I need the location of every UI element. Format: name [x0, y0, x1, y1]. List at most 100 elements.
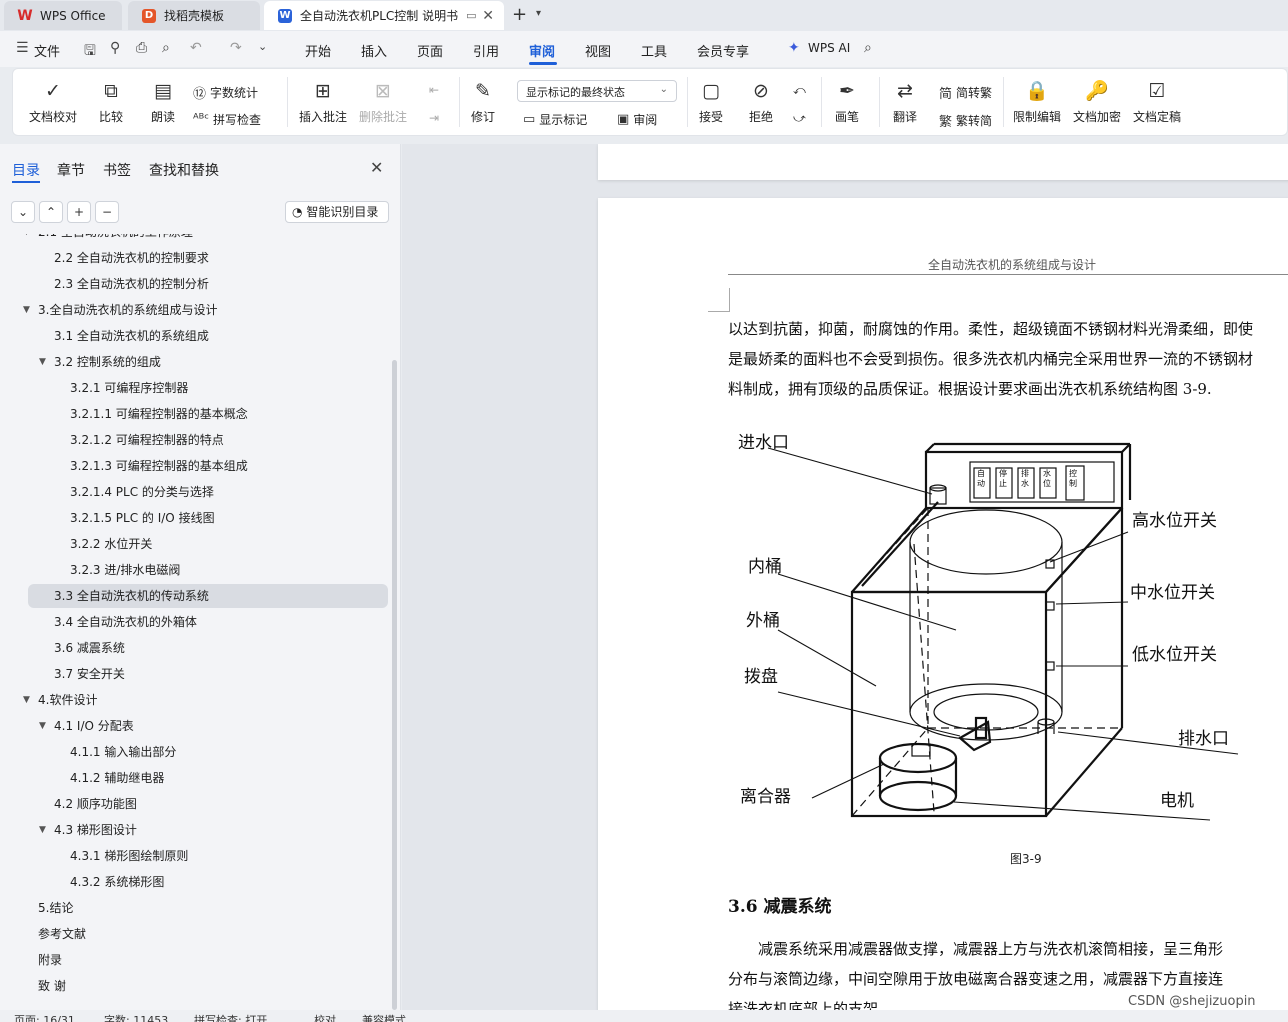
toc-item[interactable]: 4.3.1 梯形图绘制原则: [0, 844, 392, 868]
reject-button[interactable]: ⊘ 拒绝: [749, 79, 773, 125]
menu-view[interactable]: 视图: [585, 41, 611, 60]
expand-arrow-icon[interactable]: ▼: [39, 818, 46, 842]
close-icon[interactable]: ✕: [370, 158, 383, 177]
toc-item[interactable]: 2.2 全自动洗衣机的控制要求: [0, 246, 392, 270]
review-pane-button[interactable]: ▣ 审阅: [617, 111, 657, 128]
toc-item[interactable]: 5.结论: [0, 896, 392, 920]
nav-tab-toc[interactable]: 目录: [12, 160, 40, 180]
save-icon[interactable]: 🖫: [84, 40, 96, 64]
word-count-button[interactable]: ⑫ 字数统计: [193, 83, 258, 102]
nav-tab-find-replace[interactable]: 查找和替换: [149, 160, 219, 180]
redo-icon[interactable]: ↷: [230, 40, 242, 56]
print-preview-icon[interactable]: ⌕: [162, 40, 170, 56]
toc-item[interactable]: 3.2.3 进/排水电磁阀: [0, 558, 392, 582]
show-markup-button[interactable]: ▭ 显示标记: [523, 111, 587, 128]
menu-review[interactable]: 审阅: [529, 41, 555, 60]
menu-member[interactable]: 会员专享: [697, 41, 749, 60]
toc-item[interactable]: 3.6 减震系统: [0, 636, 392, 660]
menu-wps-ai[interactable]: WPS AI: [808, 41, 850, 55]
toc-item[interactable]: ▼ 4.3 梯形图设计: [0, 818, 392, 842]
toc-item[interactable]: ▼ 3.2 控制系统的组成: [0, 350, 392, 374]
remove-heading-button[interactable]: −: [95, 201, 119, 223]
to-simplified-button[interactable]: 繁 繁转简: [939, 111, 992, 130]
toc-item[interactable]: 3.4 全自动洗衣机的外箱体: [0, 610, 392, 634]
finalize-button[interactable]: ☑ 文档定稿: [1133, 79, 1181, 125]
document-area[interactable]: 全自动洗衣机的系统组成与设计 以达到抗菌，抑菌，耐腐蚀的作用。柔性，超级镜面不锈…: [402, 144, 1288, 1010]
chevron-down-icon[interactable]: ▾: [536, 8, 541, 19]
menu-file[interactable]: 文件: [34, 41, 60, 60]
hamburger-icon[interactable]: ☰: [16, 40, 29, 56]
encrypt-button[interactable]: 🔑 文档加密: [1073, 79, 1121, 125]
toc-item[interactable]: 3.2.2 水位开关: [0, 532, 392, 556]
toc-item[interactable]: 3.2.1.2 可编程控制器的特点: [0, 428, 392, 452]
toc-item[interactable]: 3.2.1.5 PLC 的 I/O 接线图: [0, 506, 392, 530]
next-change-icon[interactable]: ⤻: [793, 111, 806, 126]
prev-comment-icon[interactable]: ⇤: [429, 83, 439, 97]
status-word-count[interactable]: 字数: 11453: [104, 1012, 168, 1022]
insert-comment-button[interactable]: ⊞ 插入批注: [299, 79, 347, 125]
add-heading-button[interactable]: +: [67, 201, 91, 223]
status-proof[interactable]: 校对: [314, 1012, 336, 1022]
attach-icon[interactable]: ⚲: [110, 40, 120, 56]
toc-item[interactable]: 3.3 全自动洗衣机的传动系统: [28, 584, 388, 608]
toc-item[interactable]: ▼ 3.全自动洗衣机的系统组成与设计: [0, 298, 392, 322]
undo-icon[interactable]: ↶: [190, 40, 202, 56]
new-tab-icon[interactable]: +: [512, 4, 527, 25]
toc-item[interactable]: 4.1.2 辅助继电器: [0, 766, 392, 790]
search-icon[interactable]: ⌕: [864, 40, 872, 56]
toc-item[interactable]: 3.1 全自动洗衣机的系统组成: [0, 324, 392, 348]
menu-references[interactable]: 引用: [473, 41, 499, 60]
tab-wps-office[interactable]: W WPS Office: [4, 1, 122, 30]
menu-page[interactable]: 页面: [417, 41, 443, 60]
toc-item[interactable]: 3.2.1.1 可编程控制器的基本概念: [0, 402, 392, 426]
menu-tools[interactable]: 工具: [641, 41, 667, 60]
doc-proof-button[interactable]: ✓ 文档校对: [29, 79, 77, 125]
accept-button[interactable]: ▢ 接受: [699, 79, 723, 125]
toc-item[interactable]: 4.1.1 输入输出部分: [0, 740, 392, 764]
read-aloud-button[interactable]: ▤ 朗读: [151, 79, 175, 125]
toc-item[interactable]: 2.3 全自动洗衣机的控制分析: [0, 272, 392, 296]
toc-item[interactable]: 参考文献: [0, 922, 392, 946]
expand-arrow-icon[interactable]: ▼: [39, 714, 46, 738]
status-spell-check[interactable]: 拼写检查: 打开: [194, 1012, 267, 1022]
status-page[interactable]: 页面: 16/31: [14, 1012, 75, 1022]
toc-item[interactable]: 3.2.1.3 可编程控制器的基本组成: [0, 454, 392, 478]
smart-toc-button[interactable]: ◔ 智能识别目录: [285, 201, 389, 223]
tab-current-document[interactable]: W 全自动洗衣机PLC控制 说明书 ▭ ✕: [264, 1, 504, 30]
print-icon[interactable]: ⎙: [136, 40, 147, 56]
chevron-down-icon[interactable]: ⌄: [258, 40, 267, 53]
document-page[interactable]: 全自动洗衣机的系统组成与设计 以达到抗菌，抑菌，耐腐蚀的作用。柔性，超级镜面不锈…: [598, 198, 1288, 1010]
nav-tab-bookmarks[interactable]: 书签: [103, 160, 131, 180]
toc-item[interactable]: 附录: [0, 948, 392, 972]
toc-item[interactable]: 3.2.1.4 PLC 的分类与选择: [0, 480, 392, 504]
markup-state-select[interactable]: 显示标记的最终状态 ⌄: [517, 80, 677, 102]
expand-arrow-icon[interactable]: ▼: [23, 234, 30, 244]
toc-item[interactable]: 4.2 顺序功能图: [0, 792, 392, 816]
compare-button[interactable]: ⧉ 比较: [99, 79, 123, 125]
toc-item[interactable]: 3.2.1 可编程序控制器: [0, 376, 392, 400]
menu-home[interactable]: 开始: [305, 41, 331, 60]
nav-scrollbar[interactable]: [392, 360, 397, 1010]
translate-button[interactable]: ⇄ 翻译: [893, 79, 917, 125]
toc-item[interactable]: ▼ 4.1 I/O 分配表: [0, 714, 392, 738]
expand-arrow-icon[interactable]: ▼: [23, 298, 30, 322]
close-icon[interactable]: ✕: [482, 8, 494, 24]
delete-comment-button[interactable]: ⊠ 删除批注: [359, 79, 407, 125]
pen-button[interactable]: ✒ 画笔: [835, 79, 859, 125]
menu-insert[interactable]: 插入: [361, 41, 387, 60]
expand-arrow-icon[interactable]: ▼: [23, 688, 30, 712]
spell-check-button[interactable]: ᴬᴮᶜ 拼写检查: [193, 111, 261, 128]
expand-arrow-icon[interactable]: ▼: [39, 350, 46, 374]
toc-item[interactable]: ▼ 2.1 全自动洗衣机的工作原理: [0, 234, 392, 244]
toc-item[interactable]: 致 谢: [0, 974, 392, 998]
toc-item[interactable]: 3.7 安全开关: [0, 662, 392, 686]
next-comment-icon[interactable]: ⇥: [429, 111, 439, 125]
collapse-button[interactable]: ⌃: [39, 201, 63, 223]
toc-item[interactable]: ▼ 4.软件设计: [0, 688, 392, 712]
track-changes-button[interactable]: ✎ 修订: [471, 79, 495, 125]
expand-all-button[interactable]: ⌄: [11, 201, 35, 223]
prev-change-icon[interactable]: ⤺: [793, 83, 806, 98]
toc-item[interactable]: 4.3.2 系统梯形图: [0, 870, 392, 894]
nav-tab-sections[interactable]: 章节: [57, 160, 85, 180]
to-traditional-button[interactable]: 简 简转繁: [939, 83, 992, 102]
